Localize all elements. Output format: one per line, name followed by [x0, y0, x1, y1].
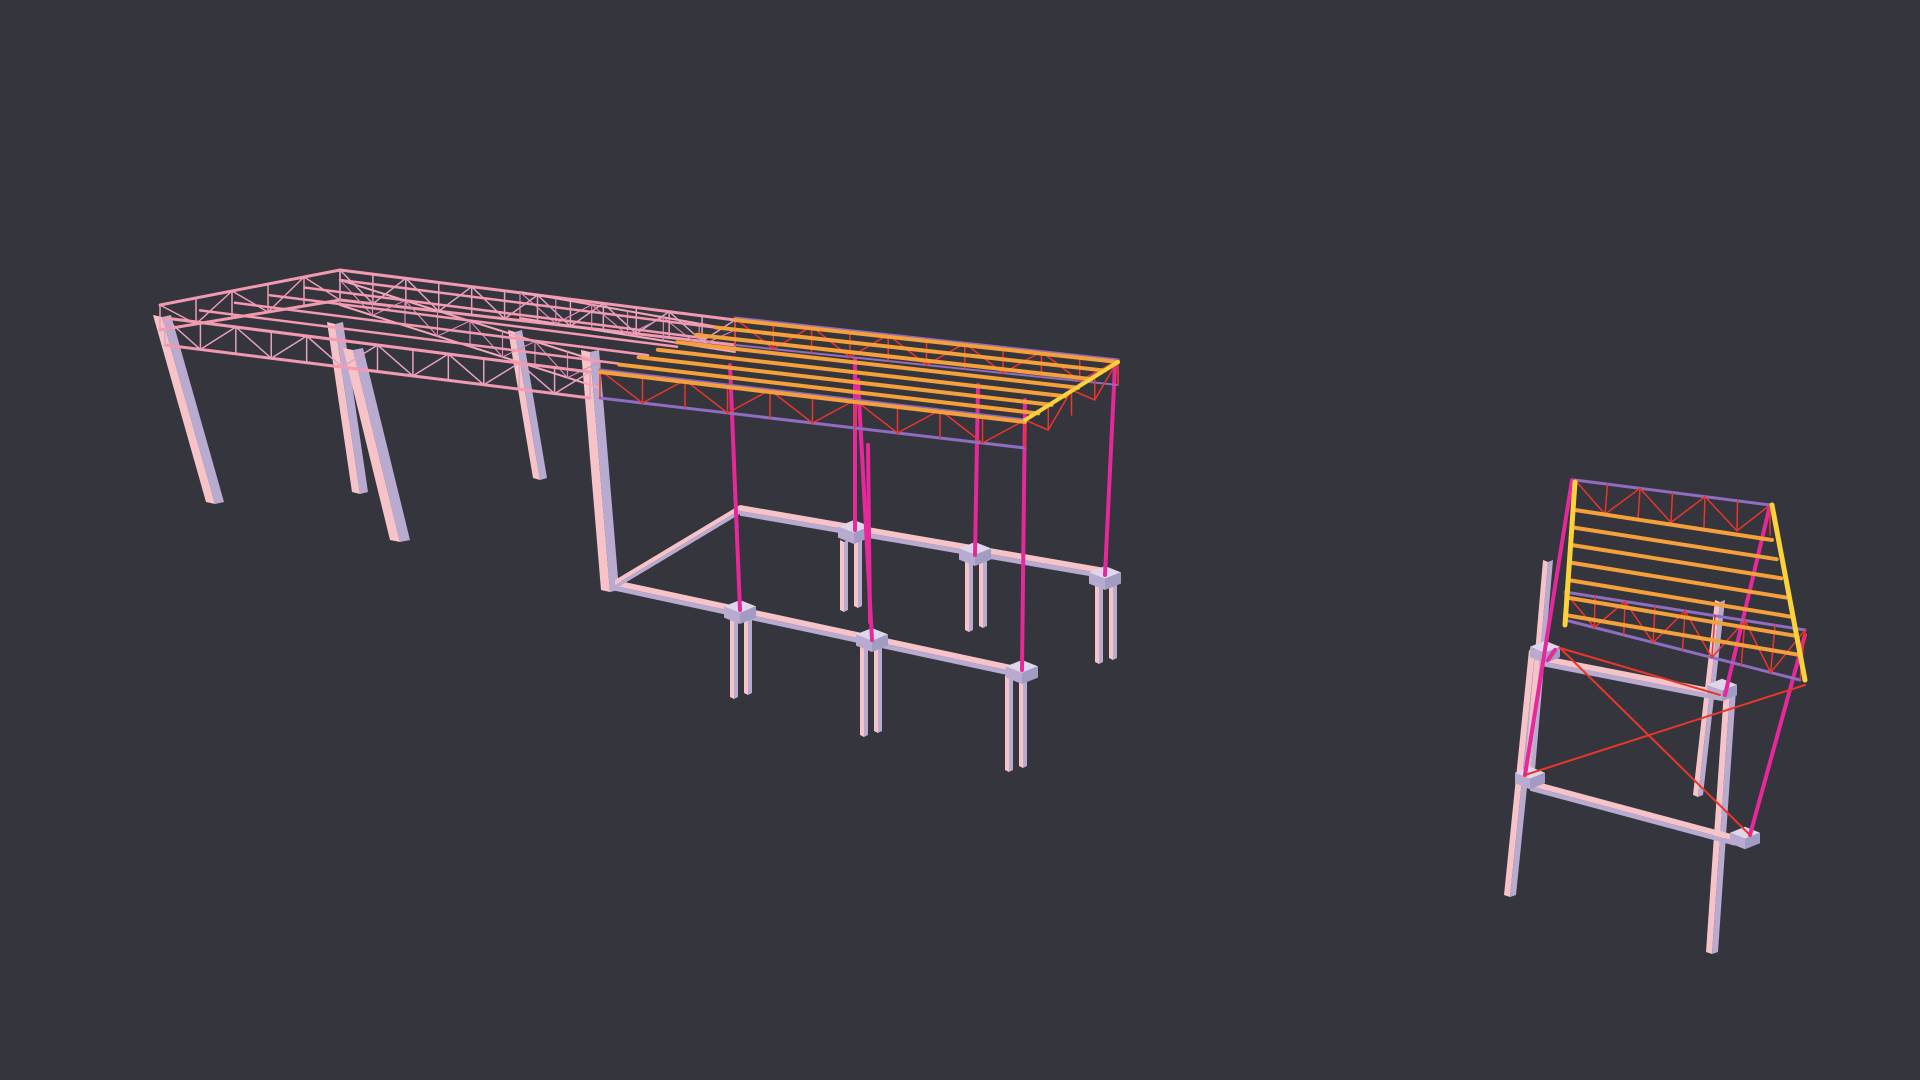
steel-truss-web-diagonal	[726, 389, 771, 414]
pile-face-b	[1009, 675, 1013, 772]
steel-truss-web-diagonal	[811, 399, 856, 424]
steel-column	[866, 443, 872, 624]
steel-truss-web-diagonal	[896, 409, 941, 434]
roof-purlin	[1571, 525, 1779, 562]
steel-column	[728, 363, 742, 612]
pile-face-a	[860, 640, 864, 737]
steel-truss-web-diagonal	[981, 419, 1026, 444]
pile-face-a	[854, 536, 858, 608]
roof-truss-diagonal	[412, 353, 450, 377]
roof-truss-diagonal	[231, 290, 269, 313]
truss-web-diagonal	[1670, 495, 1706, 524]
pile-face-a	[1005, 675, 1009, 772]
pile-face-a	[1019, 671, 1023, 768]
3d-viewport[interactable]	[0, 0, 1920, 1080]
pile-face-b	[1023, 671, 1027, 768]
roof-purlin	[1569, 543, 1784, 581]
steel-truss-web-diagonal	[641, 379, 686, 404]
base-beam-side	[1530, 786, 1735, 846]
pile-face-b	[969, 560, 973, 632]
pile-face-b	[878, 636, 882, 733]
roof-truss-diagonal	[270, 335, 308, 359]
pile-face-a	[979, 556, 983, 628]
structure-scene[interactable]	[0, 0, 1920, 1080]
x-brace	[1524, 684, 1806, 776]
concrete-column-face-a	[153, 315, 215, 504]
steel-column	[1103, 363, 1117, 577]
steel-truss-web-diagonal	[1024, 419, 1049, 431]
pile-face-b	[864, 640, 868, 737]
base-beam-side	[1540, 661, 1720, 701]
small-structure-layer	[1504, 478, 1808, 954]
grade-beam-side	[615, 510, 740, 589]
steel-frame-layer	[598, 316, 1120, 672]
pile-face-b	[983, 556, 987, 628]
pile-face-a	[1095, 582, 1099, 664]
pile-face-a	[965, 560, 969, 632]
base-beam-top	[1540, 655, 1720, 696]
pile-face-b	[844, 540, 848, 612]
truss-web-diagonal	[1604, 487, 1641, 515]
steel-column	[1523, 478, 1574, 777]
roof-purlin	[1573, 508, 1774, 542]
steel-column	[973, 383, 980, 557]
grade-beam-top	[615, 580, 1025, 674]
truss-web-diagonal	[1704, 495, 1738, 532]
truss-web-vertical	[1736, 500, 1739, 532]
pile-face-b	[858, 536, 862, 608]
pile-face-a	[1109, 578, 1113, 660]
grade-beam-side	[740, 511, 1105, 579]
roof-truss-diagonal	[483, 362, 520, 386]
truss-web-vertical	[1637, 487, 1641, 520]
pile-face-b	[748, 608, 752, 695]
concrete-column-face-b	[353, 348, 410, 542]
steel-truss-web-diagonal	[1070, 389, 1096, 401]
truss-web-diagonal	[1639, 487, 1672, 524]
grade-beam-side	[615, 586, 1025, 679]
pile-face-b	[1113, 578, 1117, 660]
truss-web-vertical	[1670, 491, 1674, 524]
pile-face-a	[840, 540, 844, 612]
truss-web-vertical	[1604, 483, 1609, 515]
truss-web-vertical	[1703, 495, 1706, 528]
pile-face-b	[1099, 582, 1103, 664]
roof-purlin	[617, 362, 1041, 416]
grade-beam-top	[615, 505, 740, 585]
roof-truss-diagonal	[199, 326, 237, 351]
pile-face-b	[734, 612, 738, 699]
pile-face-a	[730, 612, 734, 699]
grade-beam-top	[740, 505, 1105, 574]
